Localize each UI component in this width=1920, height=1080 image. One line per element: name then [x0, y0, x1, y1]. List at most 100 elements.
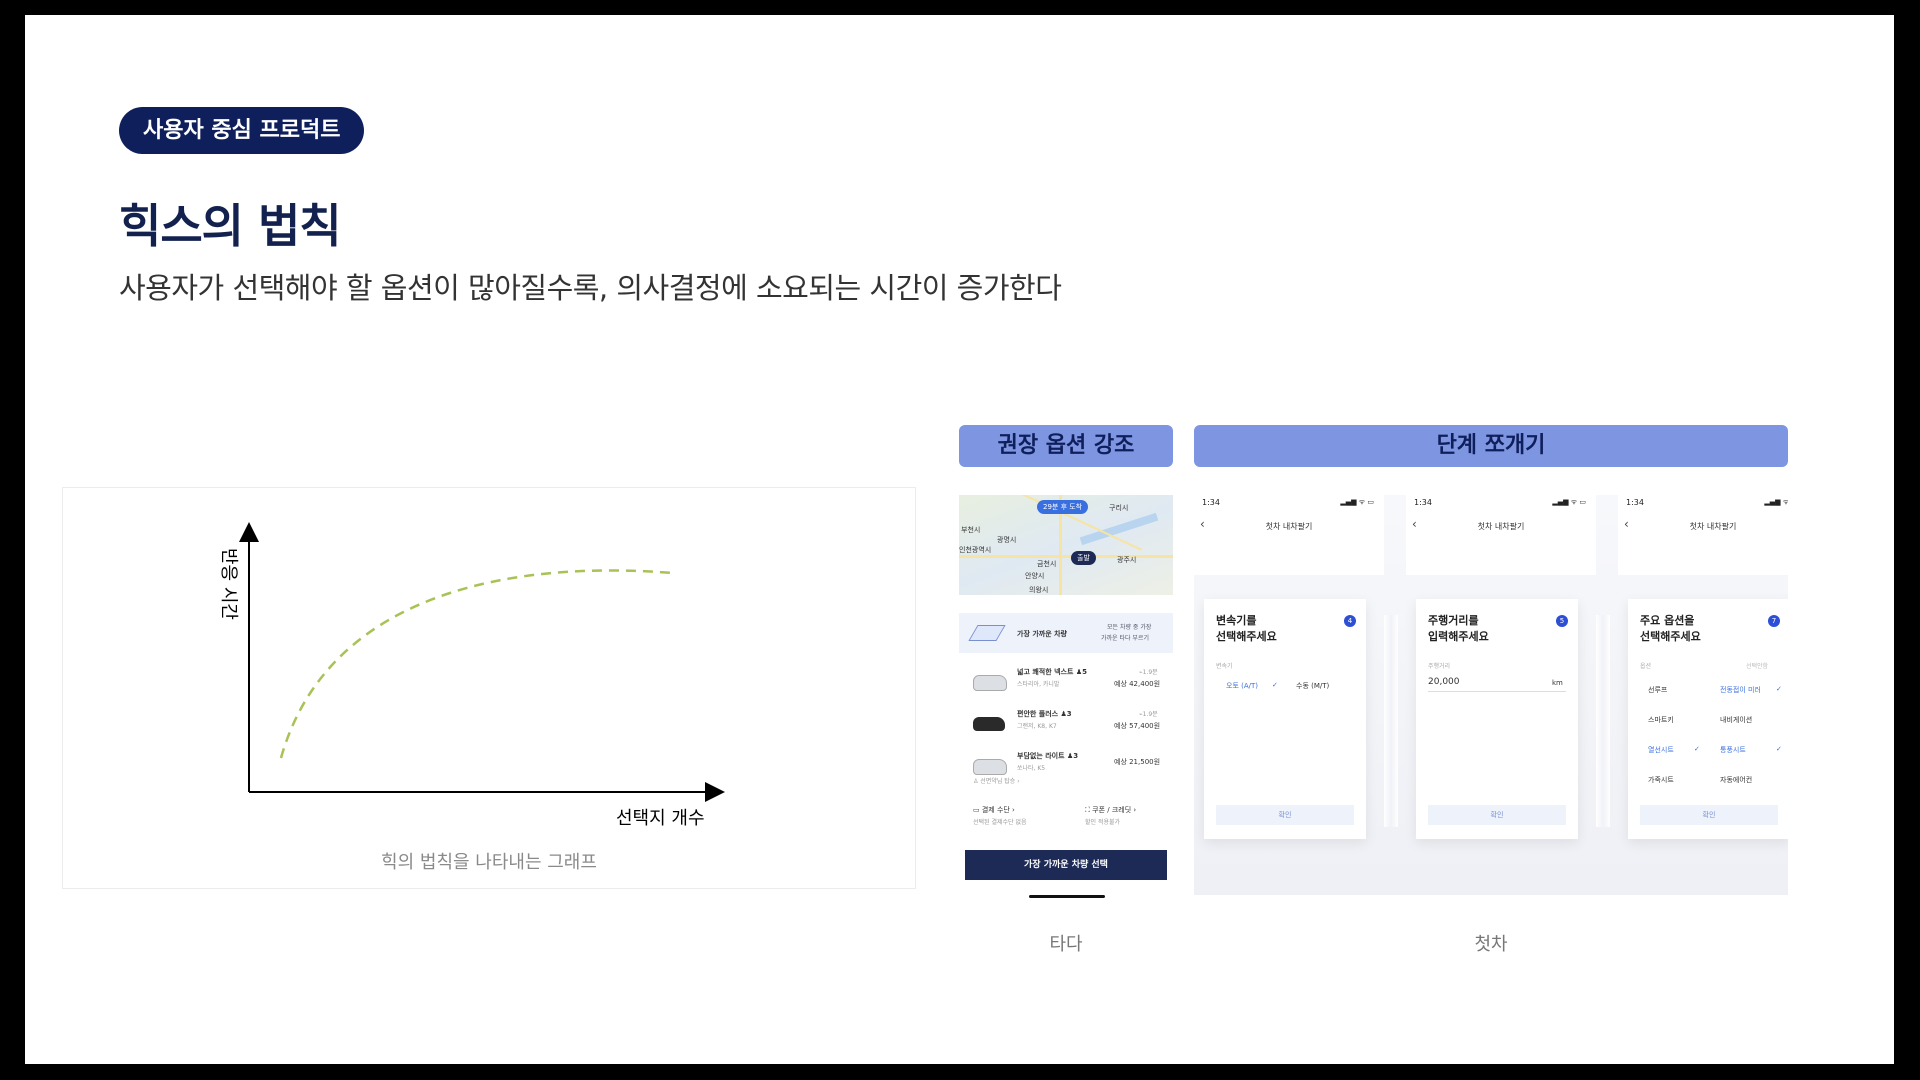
- status-time: 1:34: [1626, 498, 1644, 507]
- check-icon: ✓: [1694, 745, 1700, 753]
- card-label: 옵션: [1640, 663, 1652, 670]
- x-axis-label: 선택지 개수: [616, 808, 705, 829]
- status-time: 1:34: [1202, 498, 1220, 507]
- status-header: 1:34 ▂▄▆ ᯤ ▭ ‹ 첫차 내차팔기: [1194, 495, 1384, 575]
- car-option-next[interactable]: 넓고 쾌적한 넥스트 ♟5 스타리아, 카니발 ⌁1.9분 예상 42,400원: [959, 663, 1173, 703]
- input-underline: [1428, 691, 1566, 692]
- option-heated-seat[interactable]: 열선시트: [1648, 745, 1674, 755]
- option-auto[interactable]: 오토 (A/T): [1226, 681, 1258, 691]
- hick-law-graph: 반응 시간 선택지 개수 힉의 법칙을 나타내는 그래프: [62, 487, 916, 889]
- mileage-unit: km: [1552, 679, 1563, 687]
- mileage-card: 주행거리를 입력해주세요 5 주행거리 20,000 km 확인: [1416, 599, 1578, 839]
- nearest-car-option[interactable]: 가장 가까운 차량 모든 차량 중 가장 가까운 타다 부르기: [959, 613, 1173, 653]
- option-leather-seat[interactable]: 가죽시트: [1648, 775, 1674, 785]
- nearest-note: 모든 차량 중 가장: [1107, 624, 1152, 631]
- step-badge: 4: [1344, 615, 1356, 627]
- coupon-credit[interactable]: ⛶ 쿠폰 / 크레딧 ›: [1085, 805, 1136, 815]
- car-price: 예상 57,400원: [1114, 722, 1161, 730]
- car-top-icon: [968, 625, 1006, 641]
- car-name: 넓고 쾌적한 넥스트 ♟5: [1017, 668, 1087, 676]
- map-label: 광명시: [997, 536, 1017, 544]
- map-label: 인천광역시: [959, 546, 992, 554]
- map-label: 광주시: [1117, 556, 1137, 564]
- map-eta-pin: 29분 후 도착: [1037, 500, 1089, 514]
- car-eta: ⌁1.9분: [1139, 711, 1158, 718]
- map-start-pin: 출발: [1071, 551, 1096, 565]
- car-models: 스타리아, 카니발: [1017, 681, 1060, 688]
- mileage-input[interactable]: 20,000: [1428, 677, 1460, 687]
- step-badge: 7: [1768, 615, 1780, 627]
- card-question: 주행거리를 입력해주세요: [1428, 614, 1489, 643]
- guide-link[interactable]: ♙ 선면약님 탑승 ›: [973, 776, 1020, 785]
- check-icon: ✓: [1272, 681, 1278, 689]
- slide: 사용자 중심 프로덕트 힉스의 법칙 사용자가 선택해야 할 옵션이 많아질수록…: [25, 15, 1894, 1064]
- option-sunroof[interactable]: 선루프: [1648, 685, 1667, 695]
- car-icon: [973, 675, 1007, 691]
- option-manual[interactable]: 수동 (M/T): [1296, 681, 1329, 691]
- page-subtitle: 사용자가 선택해야 할 옵션이 많아질수록, 의사결정에 소요되는 시간이 증가…: [119, 271, 1062, 305]
- map: 29분 후 도착 출발 구리시 부천시 광명시 인천광역시 금천시 광주시 안양…: [959, 495, 1173, 595]
- signal-icon: ▂▄▆ ᯤ ▭: [1340, 498, 1374, 506]
- payment-method[interactable]: ▭ 결제 수단 ›: [973, 805, 1015, 815]
- screen-title: 첫차 내차팔기: [1265, 522, 1313, 531]
- nearest-label: 가장 가까운 차량: [1017, 630, 1067, 638]
- car-models: 쏘나타, K5: [1017, 765, 1046, 772]
- option-auto-aircon[interactable]: 자동에어컨: [1720, 775, 1752, 785]
- select-nearest-car-button[interactable]: 가장 가까운 차량 선택: [965, 850, 1167, 880]
- confirm-button[interactable]: 확인: [1640, 805, 1778, 825]
- status-time: 1:34: [1414, 498, 1432, 507]
- option-navigation[interactable]: 내비게이션: [1720, 715, 1752, 725]
- option-smartkey[interactable]: 스마트키: [1648, 715, 1674, 725]
- tag-step-splitting: 단계 쪼개기: [1194, 425, 1788, 467]
- screen-title: 첫차 내차팔기: [1477, 522, 1525, 531]
- graph-svg: 반응 시간 선택지 개수: [218, 522, 725, 829]
- map-label: 금천시: [1037, 560, 1057, 568]
- check-icon: ✓: [1776, 685, 1782, 693]
- none-option[interactable]: 선택안함: [1746, 661, 1768, 670]
- chatcha-screens: 1:34 ▂▄▆ ᯤ ▭ ‹ 첫차 내차팔기 변속기를 선택해주세요 4 변속기…: [1194, 495, 1788, 895]
- card-label: 주행거리: [1428, 663, 1451, 670]
- page-title: 힉스의 법칙: [119, 199, 342, 253]
- confirm-button[interactable]: 확인: [1216, 805, 1354, 825]
- home-indicator: [1029, 895, 1105, 898]
- map-label: 구리시: [1109, 504, 1129, 512]
- section-pill: 사용자 중심 프로덕트: [119, 107, 365, 154]
- separator: [1384, 615, 1398, 827]
- coupon-sub: 할인 적용불가: [1085, 819, 1121, 826]
- caption-chatcha: 첫차: [1474, 934, 1508, 955]
- graph-caption: 힉의 법칙을 나타내는 그래프: [381, 852, 597, 873]
- signal-icon: ▂▄▆ ᯤ ▭: [1764, 498, 1788, 506]
- car-name: 편안한 플러스 ♟3: [1017, 710, 1072, 718]
- y-axis-label: 반응 시간: [218, 548, 239, 620]
- confirm-button[interactable]: 확인: [1428, 805, 1566, 825]
- card-question: 주요 옵션을 선택해주세요: [1640, 614, 1701, 643]
- car-icon: [973, 759, 1007, 775]
- nearest-note: 가까운 타다 부르기: [1101, 635, 1149, 642]
- car-price: 예상 21,500원: [1114, 758, 1161, 766]
- car-models: 그랜저, K8, K7: [1017, 723, 1057, 730]
- caption-tada: 타다: [1049, 934, 1083, 955]
- car-eta: ⌁1.9분: [1139, 669, 1158, 676]
- road: [959, 555, 1173, 558]
- step-badge: 5: [1556, 615, 1568, 627]
- card-label: 변속기: [1216, 663, 1233, 670]
- card-question: 변속기를 선택해주세요: [1216, 614, 1277, 643]
- response-curve: [279, 569, 674, 759]
- car-price: 예상 42,400원: [1114, 680, 1161, 688]
- check-icon: ✓: [1776, 745, 1782, 753]
- car-option-plus[interactable]: 편안한 플러스 ♟3 그랜저, K8, K7 ⌁1.9분 예상 57,400원: [959, 705, 1173, 745]
- screen-title: 첫차 내차팔기: [1689, 522, 1737, 531]
- tag-recommended-option: 권장 옵션 강조: [959, 425, 1173, 467]
- map-label: 안양시: [1025, 572, 1045, 580]
- transmission-card: 변속기를 선택해주세요 4 변속기 오토 (A/T) ✓ 수동 (M/T) 확인: [1204, 599, 1366, 839]
- options-card: 주요 옵션을 선택해주세요 7 옵션 선택안함 선루프 전동접이 미러 ✓ 스마…: [1628, 599, 1788, 839]
- car-name: 부담없는 라이트 ♟3: [1017, 752, 1079, 760]
- option-ventilated-seat[interactable]: 통풍시트: [1720, 745, 1746, 755]
- map-label: 부천시: [961, 526, 981, 534]
- status-header: 1:34 ▂▄▆ ᯤ ▭ ‹ 첫차 내차팔기: [1618, 495, 1788, 575]
- separator: [1596, 615, 1610, 827]
- map-label: 의왕시: [1029, 586, 1049, 594]
- car-icon: [973, 717, 1005, 731]
- option-folding-mirror[interactable]: 전동접이 미러: [1720, 685, 1761, 695]
- tada-screen: 29분 후 도착 출발 구리시 부천시 광명시 인천광역시 금천시 광주시 안양…: [959, 495, 1173, 903]
